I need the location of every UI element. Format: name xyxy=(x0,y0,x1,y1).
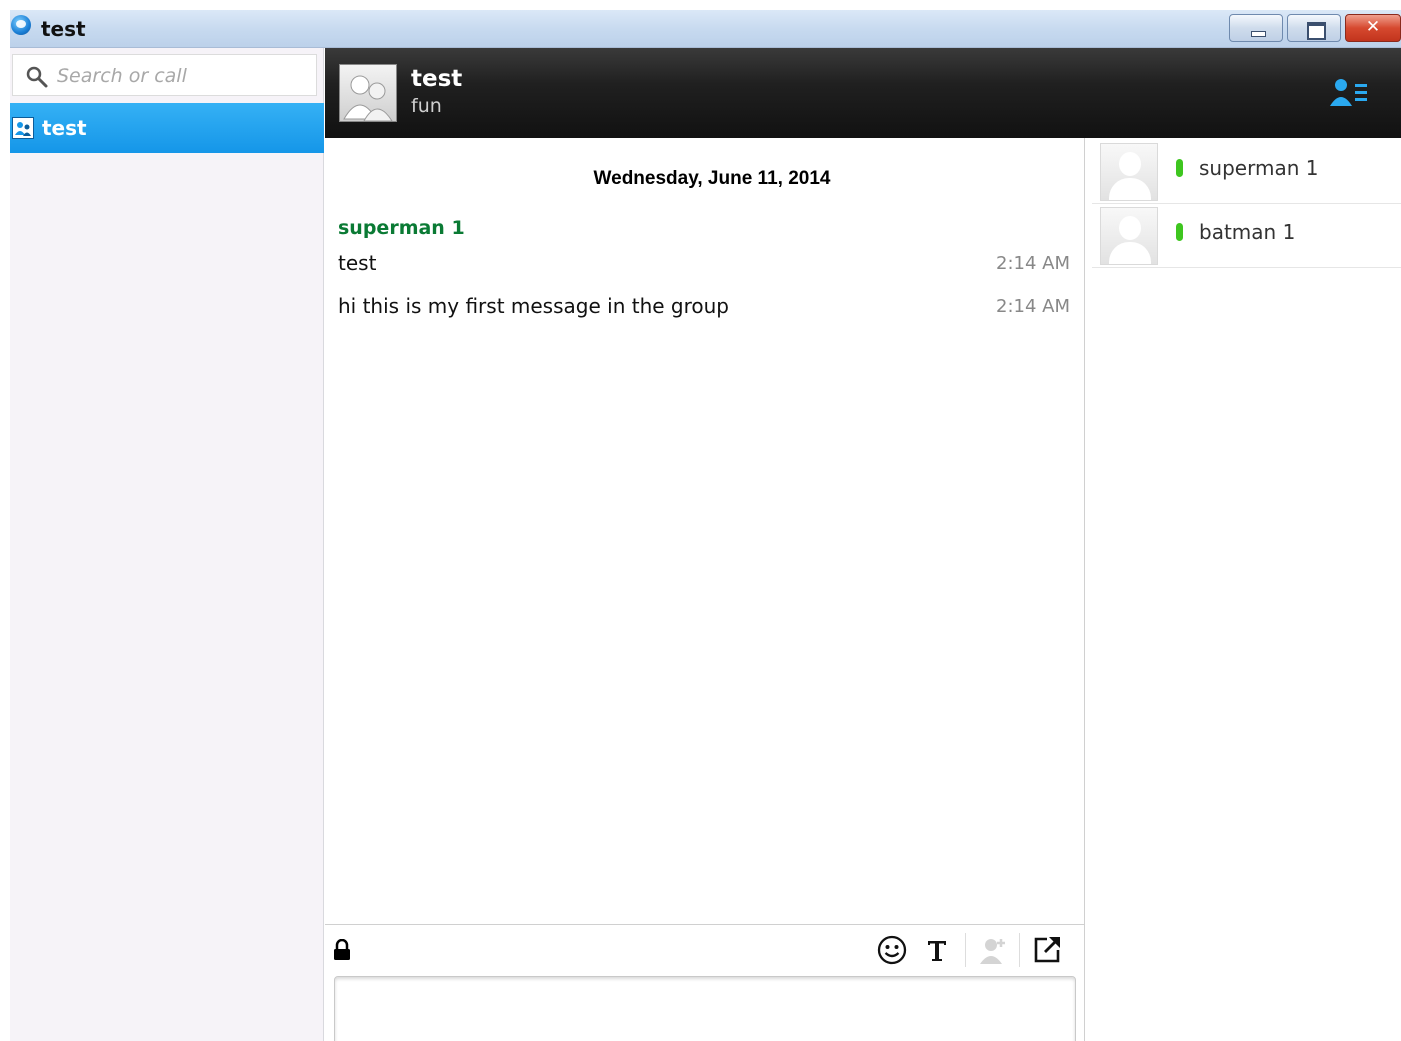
message-text: test xyxy=(338,251,377,275)
title-bar: test xyxy=(10,10,1401,48)
participants-panel: superman 1 batman 1 xyxy=(1086,138,1401,1041)
group-avatar[interactable] xyxy=(339,64,397,122)
window-title: test xyxy=(41,17,86,41)
message-row[interactable]: hi this is my first message in the group… xyxy=(338,294,1070,326)
conversation-name[interactable]: test xyxy=(411,66,462,92)
popout-icon[interactable] xyxy=(1031,934,1063,966)
chat-history[interactable]: Wednesday, June 11, 2014 superman 1 test… xyxy=(325,138,1085,924)
message-input[interactable] xyxy=(334,976,1076,1041)
text-format-icon[interactable] xyxy=(921,934,953,966)
app-icon xyxy=(11,15,31,35)
lock-icon[interactable] xyxy=(333,939,351,961)
search-box[interactable] xyxy=(12,54,317,96)
search-input[interactable] xyxy=(57,63,307,89)
search-icon xyxy=(26,66,48,88)
participant-name: batman 1 xyxy=(1199,220,1296,244)
group-chat-icon xyxy=(12,117,34,139)
message-text: hi this is my first message in the group xyxy=(338,294,729,318)
conversation-item-test[interactable]: test xyxy=(10,103,324,153)
compose-toolbar xyxy=(325,924,1085,974)
message-time: 2:14 AM xyxy=(996,253,1070,274)
message-row[interactable]: test 2:14 AM xyxy=(338,251,1070,283)
sidebar: test xyxy=(10,48,324,1041)
minimize-button[interactable] xyxy=(1229,14,1283,42)
online-status-icon xyxy=(1176,159,1183,177)
participant-name: superman 1 xyxy=(1199,156,1319,180)
message-time: 2:14 AM xyxy=(996,296,1070,317)
toolbar-divider xyxy=(965,933,966,967)
participant-item[interactable]: superman 1 xyxy=(1092,140,1401,204)
add-people-icon xyxy=(980,939,1005,964)
conversation-topic[interactable]: fun xyxy=(411,95,442,117)
date-separator: Wednesday, June 11, 2014 xyxy=(593,168,831,189)
online-status-icon xyxy=(1176,223,1183,241)
participant-item[interactable]: batman 1 xyxy=(1092,204,1401,268)
toolbar-divider xyxy=(1019,933,1020,967)
close-button[interactable] xyxy=(1345,14,1401,42)
conversation-label: test xyxy=(42,116,87,140)
emoticon-icon[interactable] xyxy=(876,934,908,966)
conversation-header: test fun xyxy=(325,48,1401,138)
participants-icon[interactable] xyxy=(1329,76,1371,110)
maximize-button[interactable] xyxy=(1287,14,1341,42)
compose-area xyxy=(325,974,1085,1041)
avatar xyxy=(1100,143,1158,201)
message-sender[interactable]: superman 1 xyxy=(338,217,465,239)
avatar xyxy=(1100,207,1158,265)
